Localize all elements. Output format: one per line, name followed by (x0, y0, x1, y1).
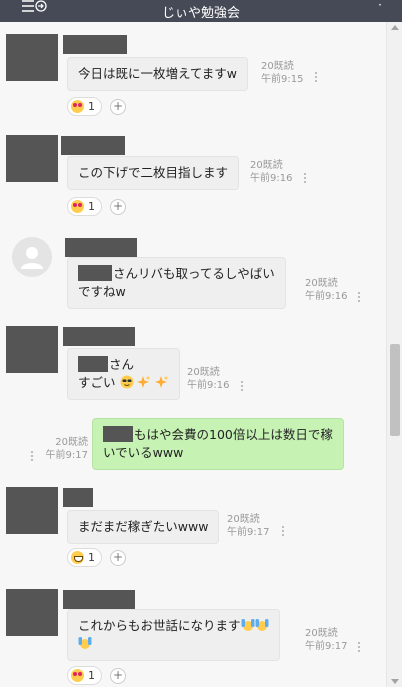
heart-eyes-emoji-icon (71, 100, 84, 113)
avatar[interactable] (6, 326, 58, 373)
reaction-count: 1 (88, 551, 95, 564)
sender-name (63, 488, 93, 507)
reaction-count: 1 (88, 200, 95, 213)
scroll-down-icon[interactable] (391, 679, 399, 684)
message-text: さんリバも取ってるしやばい (113, 266, 275, 281)
read-count: 20既読 (250, 160, 283, 171)
add-reaction-icon[interactable]: + (110, 668, 126, 684)
timestamp: 午前9:17 (227, 527, 270, 538)
message-meta: 20既読 午前9:16 (305, 277, 347, 303)
mention-redaction (103, 426, 133, 442)
timestamp: 午前9:16 (187, 380, 230, 391)
message-bubble[interactable]: これからもお世話になります (67, 609, 280, 661)
grinning-emoji-icon (71, 551, 84, 564)
chat-title: じぃや勉強会 (161, 6, 240, 21)
message-bubble[interactable]: この下げで二枚目指します (67, 156, 240, 190)
heart-eyes-emoji-icon (71, 200, 84, 213)
avatar[interactable] (6, 589, 58, 636)
message-text: これからもお世話になります (78, 618, 241, 633)
sender-name (61, 136, 125, 155)
sparkles-emoji-icon (155, 375, 169, 388)
raised-hands-emoji-icon (255, 619, 269, 631)
add-reaction-icon[interactable]: + (110, 99, 126, 115)
timestamp: 午前9:16 (250, 173, 293, 184)
avatar[interactable] (6, 135, 58, 182)
scrollbar-thumb[interactable] (390, 344, 400, 436)
message-options-icon[interactable] (313, 70, 319, 86)
reaction-badge[interactable]: 1 (67, 197, 102, 216)
reaction-count: 1 (88, 669, 95, 682)
message-text: すごい (78, 375, 116, 390)
mention-redaction (78, 265, 112, 281)
timestamp: 午前9:17 (305, 641, 348, 652)
message-text: 今日は既に一枚増えてますw (78, 66, 237, 81)
avatar[interactable] (6, 487, 58, 534)
raised-hands-emoji-icon (241, 619, 255, 631)
read-count: 20既読 (305, 278, 338, 289)
message-options-icon[interactable] (29, 449, 35, 465)
reaction-badge[interactable]: 1 (67, 97, 102, 116)
reaction-badge[interactable]: 1 (67, 548, 102, 567)
message-meta: 20既読 午前9:17 (305, 627, 347, 653)
message-bubble[interactable]: 今日は既に一枚増えてますw (67, 57, 248, 91)
reaction-badge[interactable]: 1 (67, 666, 102, 685)
raised-hands-emoji-icon (78, 637, 92, 649)
message-text: この下げで二枚目指します (78, 165, 229, 180)
person-icon (21, 247, 43, 269)
sender-name (65, 238, 137, 257)
message-meta: 20既読 午前9:16 (250, 159, 292, 185)
message-text: さん (109, 357, 135, 372)
message-bubble[interactable]: さん すごい (67, 348, 181, 400)
sparkles-emoji-icon (137, 375, 151, 388)
sender-name (63, 35, 127, 54)
timestamp: 午前9:16 (305, 291, 348, 302)
timestamp: 午前9:15 (261, 74, 304, 85)
avatar[interactable] (6, 34, 58, 81)
mention-redaction (78, 356, 108, 372)
default-avatar[interactable] (12, 237, 52, 277)
message-text: ですねw (78, 284, 126, 299)
add-reaction-icon[interactable]: + (110, 199, 126, 215)
read-count: 20既読 (55, 437, 88, 448)
heart-eyes-emoji-icon (71, 669, 84, 682)
read-count: 20既読 (305, 628, 338, 639)
message-bubble[interactable]: さんリバも取ってるしやばい ですねw (67, 257, 286, 309)
timestamp: 午前9:17 (45, 450, 88, 461)
sender-name (63, 590, 135, 609)
message-meta: 20既読 午前9:16 (187, 366, 229, 392)
read-count: 20既読 (227, 514, 260, 525)
message-meta: 20既読 午前9:15 (261, 60, 303, 86)
message-options-icon[interactable] (280, 524, 286, 540)
message-bubble[interactable]: まだまだ稼ぎたいwww (67, 510, 220, 544)
read-count: 20既読 (261, 61, 294, 72)
message-text: もはや会費の100倍以上は数日で稼 (134, 427, 333, 442)
message-text: いでいるwww (103, 445, 184, 460)
sender-name (63, 327, 135, 346)
message-options-icon[interactable] (356, 290, 362, 306)
message-options-icon[interactable] (239, 379, 245, 395)
more-options-icon[interactable]: · (378, 0, 382, 11)
my-message-bubble[interactable]: もはや会費の100倍以上は数日で稼 いでいるwww (92, 418, 344, 470)
scrollbar[interactable] (386, 22, 402, 687)
add-reaction-icon[interactable]: + (110, 550, 126, 566)
message-list[interactable]: 今日は既に一枚増えてますw 20既読 午前9:15 1 + この下げで二枚目指し… (0, 22, 386, 687)
message-meta: 20既読 午前9:17 (227, 513, 269, 539)
message-meta: 20既読 午前9:17 (42, 436, 88, 462)
reaction-count: 1 (88, 100, 95, 113)
chat-header: じぃや勉強会 · (0, 0, 402, 22)
sunglasses-emoji-icon (120, 375, 133, 389)
message-text: まだまだ稼ぎたいwww (78, 519, 209, 534)
scroll-up-icon[interactable] (391, 25, 399, 30)
read-count: 20既読 (187, 367, 220, 378)
message-options-icon[interactable] (356, 640, 362, 656)
message-options-icon[interactable] (302, 171, 308, 187)
